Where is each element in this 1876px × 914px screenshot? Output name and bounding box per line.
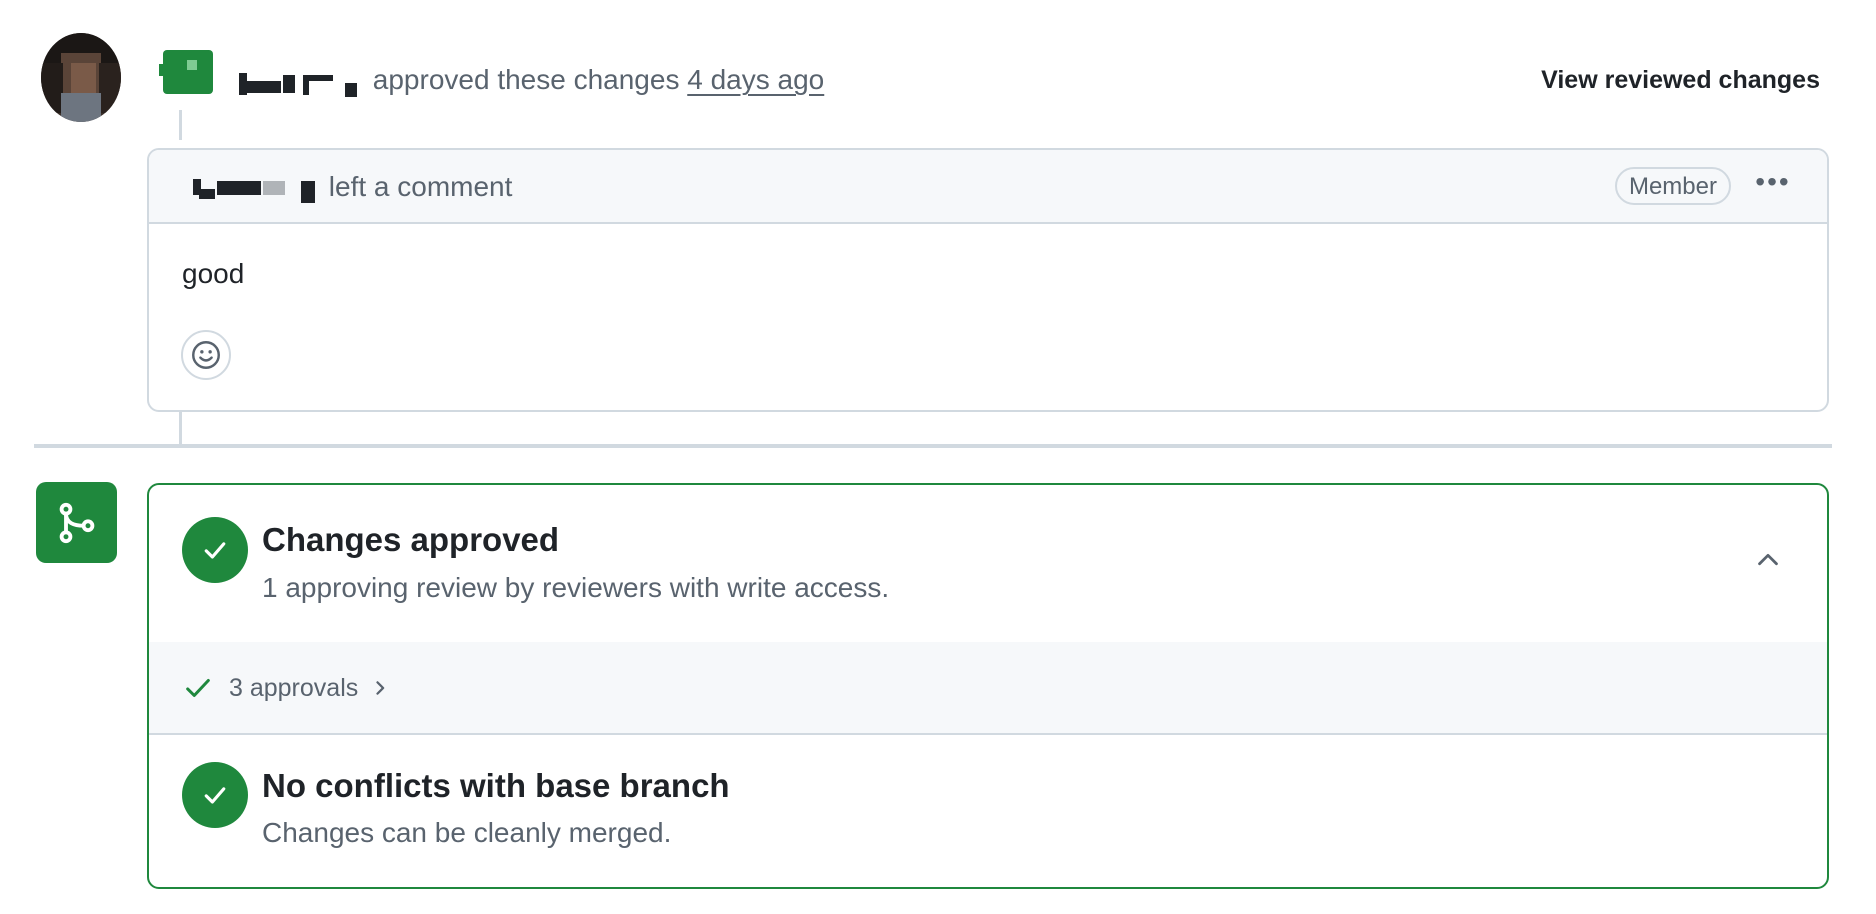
review-action-text: approved these changes — [372, 64, 680, 95]
review-approved-badge — [159, 46, 217, 94]
chevron-up-icon[interactable] — [1753, 545, 1783, 575]
review-comment: left a comment Member ••• good — [147, 148, 1829, 412]
smiley-icon — [192, 341, 220, 369]
chevron-right-icon — [376, 681, 385, 695]
comment-action-text: left a comment — [328, 171, 513, 202]
approved-check-icon — [182, 517, 248, 583]
reviewer-avatar[interactable] — [41, 33, 121, 122]
approvals-count-label: 3 approvals — [229, 673, 359, 702]
review-event-text: approved these changes 4 days ago — [237, 60, 824, 100]
reviewer-username[interactable] — [237, 67, 365, 97]
comment-author-username[interactable] — [193, 175, 321, 203]
no-conflicts-title: No conflicts with base branch — [262, 767, 730, 804]
add-reaction-button[interactable] — [181, 330, 231, 380]
no-conflicts-subtitle: Changes can be cleanly merged. — [262, 817, 672, 848]
member-role-badge: Member — [1614, 167, 1731, 205]
more-options-icon[interactable]: ••• — [1753, 168, 1793, 200]
comment-body: good — [182, 258, 245, 289]
timeline-connector-top — [179, 110, 182, 140]
approved-title: Changes approved — [262, 521, 560, 558]
approvals-toggle[interactable]: 3 approvals — [183, 670, 390, 706]
review-timestamp-link[interactable]: 4 days ago — [687, 64, 824, 95]
merge-status-box: Changes approved 1 approving review by r… — [147, 483, 1829, 889]
approved-subtitle: 1 approving review by reviewers with wri… — [262, 572, 890, 603]
check-icon — [186, 679, 210, 697]
no-conflicts-section: No conflicts with base branch Changes ca… — [149, 733, 1827, 887]
changes-approved-section: Changes approved 1 approving review by r… — [149, 485, 1827, 644]
timeline-divider — [34, 444, 1832, 448]
no-conflicts-check-icon — [182, 762, 248, 828]
timeline-connector-bottom — [179, 412, 182, 446]
view-reviewed-changes-button[interactable]: View reviewed changes — [1541, 60, 1820, 100]
approvals-section: 3 approvals — [149, 642, 1827, 735]
comment-header: left a comment Member ••• — [149, 150, 1827, 224]
comment-author-line: left a comment — [193, 168, 512, 206]
git-merge-icon — [36, 482, 117, 563]
